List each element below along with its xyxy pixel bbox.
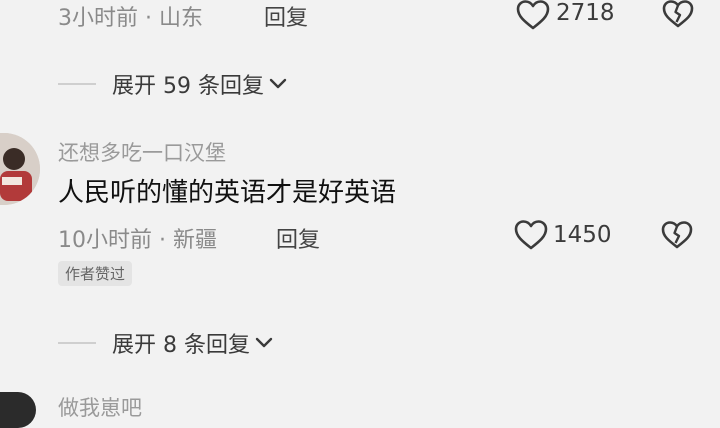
chevron-down-icon (268, 75, 288, 94)
broken-heart-icon[interactable] (662, 0, 694, 28)
reply-button[interactable]: 回复 (276, 222, 320, 254)
like-count: 1450 (553, 222, 612, 248)
reply-button[interactable]: 回复 (264, 0, 308, 32)
chevron-down-icon (254, 334, 274, 353)
avatar[interactable] (0, 133, 40, 205)
expand-replies-row[interactable]: 展开 8 条回复 (58, 327, 274, 359)
comment-meta: 10小时前 · 新疆 (58, 228, 217, 253)
expand-replies-row[interactable]: 展开 59 条回复 (58, 68, 288, 100)
avatar[interactable] (0, 392, 36, 428)
expand-replies-link[interactable]: 展开 8 条回复 (112, 327, 250, 359)
divider-line (58, 342, 96, 344)
comment-meta: 3小时前 · 山东 (58, 6, 203, 31)
broken-heart-icon[interactable] (661, 221, 693, 249)
comment-username[interactable]: 做我崽吧 (58, 392, 142, 422)
comment-username[interactable]: 还想多吃一口汉堡 (58, 137, 226, 167)
like-count: 2718 (556, 0, 615, 26)
author-liked-badge: 作者赞过 (58, 261, 133, 286)
divider-line (58, 83, 96, 85)
heart-outline-icon[interactable] (514, 220, 548, 250)
heart-outline-icon[interactable] (516, 0, 550, 30)
comment-text: 人民听的懂的英语才是好英语 (58, 178, 397, 208)
expand-replies-link[interactable]: 展开 59 条回复 (112, 68, 264, 100)
